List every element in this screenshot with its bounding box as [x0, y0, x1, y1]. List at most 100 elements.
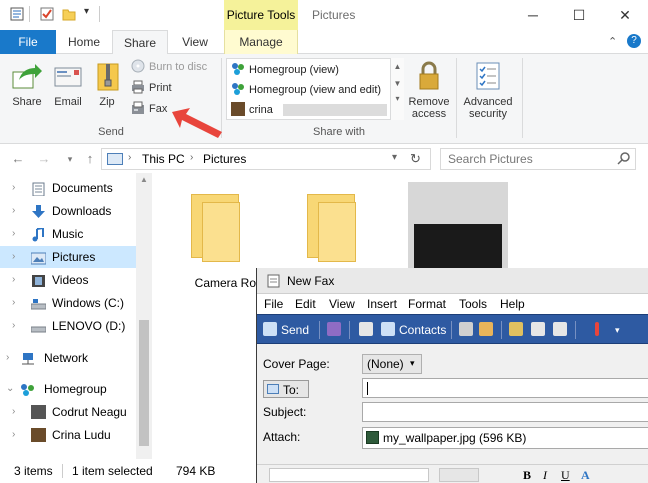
to-field[interactable]: [362, 378, 648, 398]
expand-chevron-icon[interactable]: ›: [12, 401, 22, 423]
address-book-icon: [267, 384, 279, 394]
minimize-button[interactable]: ─: [510, 0, 556, 30]
zip-button[interactable]: Zip: [92, 60, 122, 108]
send-button[interactable]: Send: [281, 321, 309, 339]
underline-icon[interactable]: U: [561, 468, 570, 483]
search-box[interactable]: Search Pictures: [440, 148, 636, 170]
address-dropdown-icon[interactable]: ▾: [392, 152, 397, 163]
nav-item-lenovo-d[interactable]: › LENOVO (D:): [0, 315, 136, 337]
to-button[interactable]: To:: [263, 380, 309, 398]
burn-to-disc-button[interactable]: Burn to disc: [131, 58, 207, 76]
search-icon[interactable]: [617, 151, 631, 168]
share-list-item[interactable]: crina: [231, 101, 401, 119]
nav-item-documents[interactable]: › Documents: [0, 177, 136, 199]
save-icon[interactable]: [327, 322, 341, 336]
breadcrumb-pictures[interactable]: Pictures: [203, 152, 246, 166]
attachment-name[interactable]: my_wallpaper.jpg (596 KB): [383, 431, 526, 445]
forward-icon[interactable]: →: [36, 151, 52, 167]
up-icon[interactable]: ↑: [82, 151, 98, 167]
expand-chevron-icon[interactable]: ›: [12, 292, 22, 314]
expand-chevron-icon[interactable]: ›: [12, 246, 22, 268]
search-input[interactable]: Search Pictures: [448, 152, 533, 166]
qat-dropdown-icon[interactable]: ▾: [84, 6, 89, 17]
contacts-button[interactable]: Contacts: [399, 321, 446, 339]
expand-chevron-icon[interactable]: ›: [6, 347, 16, 369]
print-button[interactable]: Print: [131, 79, 172, 97]
fax-menu-edit[interactable]: Edit: [295, 297, 316, 311]
cover-page-icon[interactable]: [359, 322, 373, 336]
expand-chevron-icon[interactable]: ›: [12, 177, 22, 199]
fax-menu-view[interactable]: View: [329, 297, 355, 311]
collapse-chevron-icon[interactable]: ⌄: [6, 378, 16, 400]
nav-item-pictures[interactable]: › Pictures: [0, 246, 136, 268]
share-button[interactable]: Share: [8, 60, 46, 108]
dial-pad-icon[interactable]: [459, 322, 473, 336]
scan-icon[interactable]: [553, 322, 567, 336]
tab-home[interactable]: Home: [56, 30, 112, 54]
fax-menu-file[interactable]: File: [264, 297, 283, 311]
attach-field[interactable]: my_wallpaper.jpg (596 KB): [362, 427, 648, 449]
expand-chevron-icon[interactable]: ›: [12, 269, 22, 291]
attach-icon[interactable]: [509, 322, 523, 336]
folder-item[interactable]: [296, 186, 380, 266]
new-folder-icon[interactable]: [62, 7, 76, 21]
fax-menu-help[interactable]: Help: [500, 297, 525, 311]
toolbar-overflow-icon[interactable]: ▾: [615, 321, 620, 339]
expand-chevron-icon[interactable]: ›: [12, 223, 22, 245]
insert-picture-icon[interactable]: [531, 322, 545, 336]
nav-item-codrut-neagu[interactable]: › Codrut Neagu: [0, 401, 136, 423]
share-list-item-label: Homegroup (view and edit): [249, 84, 382, 96]
checkmark-properties-icon[interactable]: [40, 7, 54, 21]
share-list-item[interactable]: Homegroup (view and edit): [231, 81, 381, 99]
importance-icon[interactable]: [595, 322, 599, 336]
recent-locations-icon[interactable]: ▾: [62, 151, 78, 167]
email-button[interactable]: Email: [50, 60, 86, 108]
wallpaper-thumbnail-selected[interactable]: [408, 182, 508, 272]
check-names-icon[interactable]: [479, 322, 493, 336]
subject-field[interactable]: [362, 402, 648, 422]
remove-access-button[interactable]: Remove access: [406, 60, 452, 120]
refresh-icon[interactable]: ↻: [410, 151, 421, 167]
properties-icon[interactable]: [10, 7, 24, 21]
share-with-list[interactable]: Homegroup (view) Homegroup (view and edi…: [226, 58, 404, 120]
font-select[interactable]: [269, 468, 429, 482]
font-size-select[interactable]: [439, 468, 479, 482]
cover-page-select[interactable]: (None) ▾: [362, 354, 422, 374]
address-bar[interactable]: › This PC › Pictures ▾ ↻: [101, 148, 431, 170]
expand-chevron-icon[interactable]: ›: [12, 200, 22, 222]
scroll-up-icon[interactable]: ▲: [140, 175, 148, 184]
share-list-scroller[interactable]: ▲ ▼ ▾: [390, 58, 404, 120]
fax-button[interactable]: Fax: [131, 100, 167, 118]
nav-scrollbar-thumb[interactable]: [139, 320, 149, 446]
tab-manage[interactable]: Manage: [224, 30, 298, 54]
tab-file[interactable]: File: [0, 30, 56, 54]
tab-view[interactable]: View: [168, 30, 222, 54]
share-list-item[interactable]: Homegroup (view): [231, 61, 339, 79]
close-button[interactable]: ✕: [602, 0, 648, 30]
back-icon[interactable]: ←: [10, 151, 26, 167]
advanced-security-button[interactable]: Advanced security: [460, 60, 516, 120]
nav-item-homegroup[interactable]: ⌄ Homegroup: [0, 378, 136, 400]
cover-page-label: Cover Page:: [263, 357, 330, 371]
fax-menu-format[interactable]: Format: [408, 297, 446, 311]
nav-item-windows-c[interactable]: › Windows (C:): [0, 292, 136, 314]
help-icon[interactable]: ?: [627, 34, 641, 48]
breadcrumb-this-pc[interactable]: This PC: [142, 152, 185, 166]
expand-chevron-icon[interactable]: ›: [12, 315, 22, 337]
fax-menu-insert[interactable]: Insert: [367, 297, 397, 311]
font-color-icon[interactable]: A: [581, 468, 590, 483]
expand-chevron-icon[interactable]: ›: [12, 424, 22, 446]
tab-share[interactable]: Share: [112, 30, 168, 55]
nav-item-downloads[interactable]: › Downloads: [0, 200, 136, 222]
nav-item-videos[interactable]: › Videos: [0, 269, 136, 291]
maximize-button[interactable]: ☐: [556, 0, 602, 30]
fax-menu-tools[interactable]: Tools: [459, 297, 487, 311]
bold-icon[interactable]: B: [523, 468, 531, 483]
nav-item-crina-ludu[interactable]: › Crina Ludu: [0, 424, 136, 446]
download-arrow-icon: [31, 204, 46, 218]
nav-item-music[interactable]: › Music: [0, 223, 136, 245]
nav-item-network[interactable]: › Network: [0, 347, 136, 369]
breadcrumb-chevron-icon: ›: [128, 152, 132, 163]
collapse-ribbon-icon[interactable]: ⌃: [608, 35, 617, 48]
italic-icon[interactable]: I: [543, 468, 547, 483]
